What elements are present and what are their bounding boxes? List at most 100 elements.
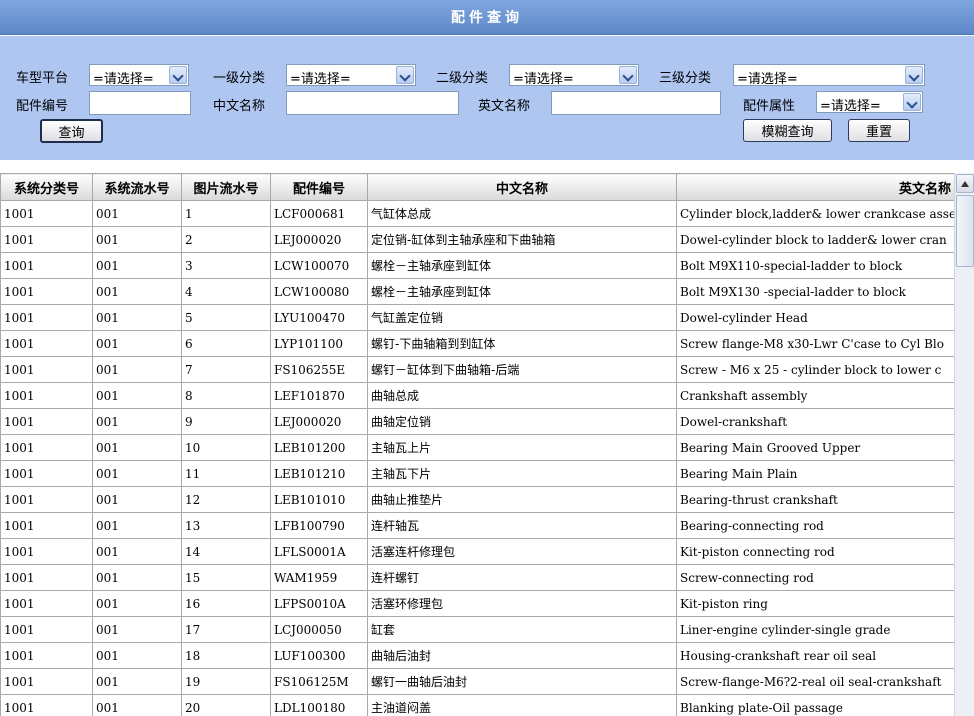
table-cell: 1001 [0,226,93,253]
category-1-value: =请选择= [290,72,351,87]
table-cell: LCJ000050 [270,616,368,643]
category-3-select[interactable]: =请选择= [733,64,925,87]
category-2-select[interactable]: =请选择= [509,64,639,87]
table-row[interactable]: 1001 001 10 LEB101200 主轴瓦上片 Bearing Main Groo… [0,434,954,461]
category-2-value: =请选择= [513,72,574,87]
part-number-input[interactable] [89,91,191,115]
panel-divider [0,160,974,173]
table-cell: Housing-crankshaft rear oil seal [676,642,954,669]
table-row[interactable]: 1001 001 6 LYP101100 螺钉-下曲轴箱到到缸体 Screw flange… [0,330,954,357]
table-cell: 6 [181,330,271,357]
column-header[interactable]: 英文名称 [676,173,954,201]
table-cell: 001 [92,642,182,669]
table-row[interactable]: 1001 001 15 WAM1959 连杆螺钉 Screw-connecting rod [0,564,954,591]
table-row[interactable]: 1001 001 18 LUF100300 曲轴后油封 Housing-crankshaf… [0,642,954,669]
table-cell: 2 [181,226,271,253]
table-cell: 5 [181,304,271,331]
table-cell: 1001 [0,330,93,357]
table-cell: LEJ000020 [270,226,368,253]
table-cell: FS106125M [270,668,368,695]
table-row[interactable]: 1001 001 11 LEB101210 主轴瓦下片 Bearing Main Plai… [0,460,954,487]
results-table: 系统分类号 系统流水号 图片流水号 配件编号 中文名称 英文名称 1001 001 1 LCF0… [0,173,954,716]
reset-button[interactable]: 重置 [848,119,910,142]
chinese-name-input[interactable] [286,91,459,115]
table-cell: 8 [181,382,271,409]
table-cell: 001 [92,252,182,279]
table-row[interactable]: 1001 001 2 LEJ000020 定位销-缸体到主轴承座和下曲轴箱 Dowel-c… [0,226,954,253]
table-cell: 缸套 [367,616,677,643]
table-row[interactable]: 1001 001 20 LDL100180 主油道闷盖 Blanking plate-Oi… [0,694,954,716]
table-cell: 001 [92,486,182,513]
scroll-up-arrow-icon[interactable] [956,174,974,193]
table-row[interactable]: 1001 001 13 LFB100790 连杆轴瓦 Bearing-connecting… [0,512,954,539]
chevron-down-icon [903,93,921,111]
table-cell: 001 [92,590,182,617]
table-cell: 4 [181,278,271,305]
part-attribute-select[interactable]: =请选择= [816,91,923,114]
query-button[interactable]: 查询 [40,119,103,143]
table-row[interactable]: 1001 001 12 LEB101010 曲轴止推垫片 Bearing-thrust c… [0,486,954,513]
table-cell: 18 [181,642,271,669]
table-cell: LFPS0010A [270,590,368,617]
table-row[interactable]: 1001 001 8 LEF101870 曲轴总成 Crankshaft assembly [0,382,954,409]
chevron-down-icon [619,66,637,84]
vehicle-platform-select[interactable]: =请选择= [89,64,189,87]
table-cell: 1001 [0,252,93,279]
column-header[interactable]: 配件编号 [270,173,368,201]
table-cell: 气缸体总成 [367,200,677,227]
table-cell: 9 [181,408,271,435]
table-cell: LEB101200 [270,434,368,461]
table-cell: 1001 [0,538,93,565]
table-cell: Bearing-thrust crankshaft [676,486,954,513]
table-cell: 001 [92,694,182,716]
table-cell: LEB101010 [270,486,368,513]
column-header[interactable]: 系统分类号 [0,173,93,201]
table-cell: 001 [92,408,182,435]
column-header[interactable]: 系统流水号 [92,173,182,201]
table-row[interactable]: 1001 001 19 FS106125M 螺钉一曲轴后油封 Screw-flange-M… [0,668,954,695]
table-cell: 16 [181,590,271,617]
category-1-select[interactable]: =请选择= [286,64,416,87]
scroll-thumb[interactable] [956,195,974,267]
table-cell: Bearing Main Plain [676,460,954,487]
table-cell: 1001 [0,564,93,591]
table-cell: 001 [92,668,182,695]
column-header[interactable]: 图片流水号 [181,173,271,201]
table-cell: Crankshaft assembly [676,382,954,409]
table-cell: Kit-piston ring [676,590,954,617]
table-cell: 曲轴后油封 [367,642,677,669]
table-row[interactable]: 1001 001 3 LCW100070 螺栓－主轴承座到缸体 Bolt M9X110-s… [0,252,954,279]
table-row[interactable]: 1001 001 17 LCJ000050 缸套 Liner-engine cylinde… [0,616,954,643]
table-cell: 17 [181,616,271,643]
table-cell: 1 [181,200,271,227]
table-row[interactable]: 1001 001 5 LYU100470 气缸盖定位销 Dowel-cylinder He… [0,304,954,331]
table-row[interactable]: 1001 001 16 LFPS0010A 活塞环修理包 Kit-piston ring [0,590,954,617]
vertical-scrollbar[interactable] [954,173,974,716]
table-row[interactable]: 1001 001 14 LFLS0001A 活塞连杆修理包 Kit-piston conn… [0,538,954,565]
table-cell: LYP101100 [270,330,368,357]
table-cell: 1001 [0,694,93,716]
table-row[interactable]: 1001 001 4 LCW100080 螺栓－主轴承座到缸体 Bolt M9X130 -… [0,278,954,305]
english-name-input[interactable] [551,91,721,115]
table-cell: 001 [92,330,182,357]
table-cell: 001 [92,200,182,227]
table-row[interactable]: 1001 001 7 FS106255E 螺钉－缸体到下曲轴箱-后端 Screw - M6… [0,356,954,383]
table-cell: 螺栓－主轴承座到缸体 [367,278,677,305]
table-cell: LFB100790 [270,512,368,539]
table-cell: 3 [181,252,271,279]
category-3-value: =请选择= [737,72,798,87]
table-cell: 连杆螺钉 [367,564,677,591]
chinese-name-label: 中文名称 [213,99,266,114]
table-cell: 1001 [0,200,93,227]
table-cell: Blanking plate-Oil passage [676,694,954,716]
column-header[interactable]: 中文名称 [367,173,677,201]
table-cell: 曲轴定位销 [367,408,677,435]
table-row[interactable]: 1001 001 1 LCF000681 气缸体总成 Cylinder block,lad… [0,200,954,227]
fuzzy-query-button[interactable]: 模糊查询 [743,119,832,142]
table-cell: LUF100300 [270,642,368,669]
table-row[interactable]: 1001 001 9 LEJ000020 曲轴定位销 Dowel-crankshaft [0,408,954,435]
category-1-label: 一级分类 [213,71,266,86]
table-cell: 001 [92,564,182,591]
english-name-label: 英文名称 [478,99,531,114]
table-cell: 螺钉－缸体到下曲轴箱-后端 [367,356,677,383]
